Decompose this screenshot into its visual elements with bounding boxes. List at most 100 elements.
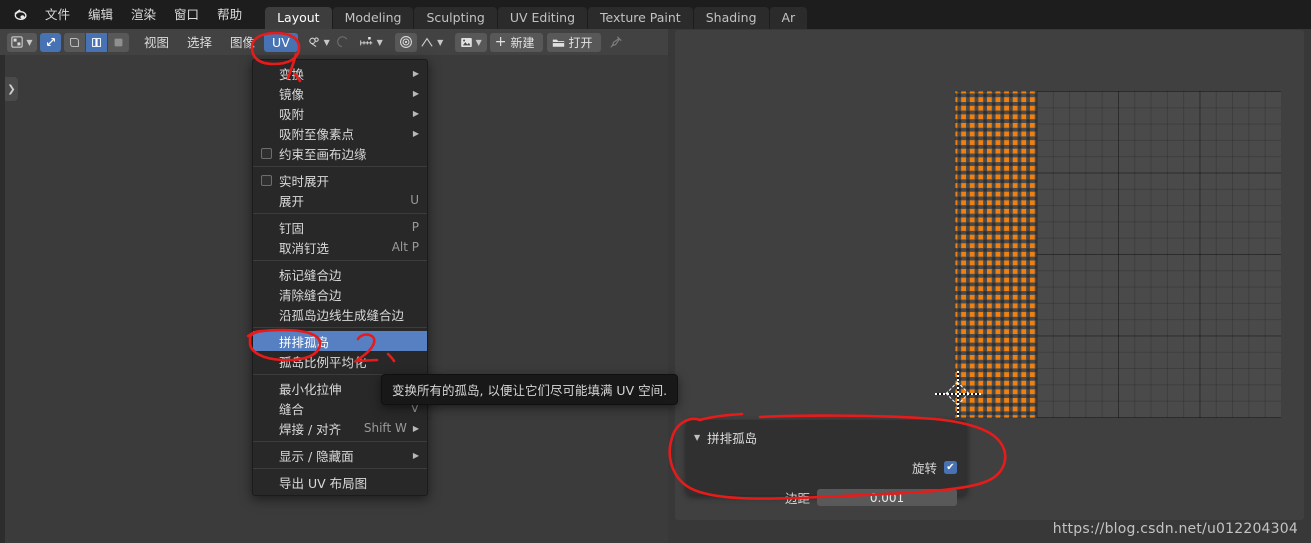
header-menu-image[interactable]: 图像 — [221, 33, 264, 52]
rotate-label: 旋转 — [911, 461, 937, 476]
proportional-editing-icon — [337, 35, 348, 47]
tab-animation[interactable]: Ar — [769, 7, 808, 29]
menu-item-live-unwrap[interactable]: 实时展开 — [253, 170, 427, 190]
menu-item-label: 取消钉选 — [279, 240, 330, 256]
tab-shading[interactable]: Shading — [693, 7, 769, 29]
new-image-button[interactable]: + 新建 — [489, 32, 543, 52]
rotate-checkbox[interactable]: ✔ — [944, 461, 957, 474]
menu-item-snap[interactable]: 吸附 ▶ — [253, 103, 427, 123]
menu-window[interactable]: 窗口 — [165, 0, 208, 29]
operator-margin-row: 边距 0.001 — [694, 488, 957, 507]
menu-icon-slot — [261, 174, 279, 186]
tab-uv-editing[interactable]: UV Editing — [497, 7, 588, 29]
header-menu-select[interactable]: 选择 — [178, 33, 221, 52]
menu-item-transform[interactable]: 变换 ▶ — [253, 63, 427, 83]
uv-grid-canvas[interactable] — [955, 91, 1281, 418]
tab-texture-paint[interactable]: Texture Paint — [588, 7, 693, 29]
uv-sync-selection-button[interactable] — [40, 32, 61, 52]
operator-redo-panel[interactable]: ▼ 拼排孤岛 旋转 ✔ 边距 0.001 — [686, 420, 967, 506]
uv-vertex-select-button[interactable] — [64, 32, 86, 52]
menu-item-label: 实时展开 — [279, 173, 330, 189]
proportional-editing-button[interactable] — [333, 33, 355, 52]
header-menu-view[interactable]: 视图 — [135, 33, 178, 52]
2d-cursor-icon[interactable] — [935, 371, 981, 417]
menu-item-show-hide-faces[interactable]: 显示 / 隐藏面 ▶ — [253, 445, 427, 465]
snap-magnet-button[interactable]: ▼ — [306, 33, 332, 52]
checkbox-icon[interactable] — [261, 174, 272, 186]
uv-sticky-mode-icon — [359, 37, 373, 46]
menu-separator — [253, 260, 427, 261]
tab-layout[interactable]: Layout — [265, 7, 332, 29]
menu-item-unwrap[interactable]: 展开 U — [253, 190, 427, 210]
editor-type-button[interactable]: ▼ — [7, 32, 37, 52]
blender-logo-icon[interactable] — [6, 0, 36, 29]
submenu-arrow-icon: ▶ — [412, 68, 419, 78]
top-menu-bar: 文件 编辑 渲染 窗口 帮助 Layout Modeling Sculpting… — [0, 0, 1311, 29]
menu-separator — [253, 166, 427, 167]
triangle-down-icon[interactable]: ▼ — [694, 433, 700, 442]
menu-item-unpin[interactable]: 取消钉选 Alt P — [253, 237, 427, 257]
sidebar-toggle-button[interactable]: ❯ — [5, 77, 18, 101]
menu-item-pack-islands[interactable]: 拼排孤岛 — [253, 331, 427, 351]
tab-sculpting[interactable]: Sculpting — [414, 7, 497, 29]
menu-item-label: 显示 / 隐藏面 — [279, 448, 354, 464]
image-browse-button[interactable]: ▼ — [454, 32, 487, 52]
menu-separator — [253, 441, 427, 442]
uv-edge-select-button[interactable] — [86, 32, 108, 52]
menu-item-label: 拼排孤岛 — [279, 334, 330, 350]
snap-magnet-icon — [308, 36, 319, 47]
uv-view-region[interactable]: ▼ 拼排孤岛 旋转 ✔ 边距 0.001 — [675, 30, 1304, 520]
menu-separator — [253, 327, 427, 328]
margin-value-field[interactable]: 0.001 — [817, 489, 957, 506]
menu-item-export-uv-layout[interactable]: 导出 UV 布局图 — [253, 472, 427, 492]
uv-sticky-mode-button[interactable]: ▼ — [356, 33, 386, 52]
header-menu-uv[interactable]: UV — [264, 32, 298, 52]
menu-item-label: 镜像 — [279, 86, 305, 102]
chevron-right-icon: ❯ — [7, 83, 16, 95]
watermark-url: https://blog.csdn.net/u012204304 — [1052, 521, 1298, 537]
menu-edit[interactable]: 编辑 — [79, 0, 122, 29]
menu-item-weld-align[interactable]: 焊接 / 对齐 Shift W ▶ — [253, 418, 427, 438]
image-data-icon — [460, 37, 472, 47]
menu-item-mark-seam[interactable]: 标记缝合边 — [253, 264, 427, 284]
uv-edge-select-icon — [92, 37, 101, 47]
menu-item-label: 吸附至像素点 — [279, 126, 355, 142]
pivot-point-button[interactable] — [394, 32, 417, 52]
open-image-label: 打开 — [568, 35, 593, 50]
editor-left-gutter — [0, 55, 5, 543]
menu-item-clear-seam[interactable]: 清除缝合边 — [253, 284, 427, 304]
uv-island-mesh[interactable] — [955, 91, 1037, 418]
proportional-falloff-button[interactable]: ▼ — [418, 33, 446, 52]
checkbox-icon[interactable] — [261, 147, 272, 159]
menu-help[interactable]: 帮助 — [208, 0, 251, 29]
uv-select-mode-group — [64, 32, 129, 52]
menu-render[interactable]: 渲染 — [122, 0, 165, 29]
menu-item-label: 孤岛比例平均化 — [279, 354, 367, 370]
submenu-arrow-icon: ▶ — [412, 88, 419, 98]
menu-item-snap-to-pixels[interactable]: 吸附至像素点 ▶ — [253, 123, 427, 143]
pin-image-button[interactable] — [605, 33, 627, 52]
menu-separator — [253, 468, 427, 469]
uv-editor-type-icon — [11, 36, 24, 48]
operator-panel-header[interactable]: ▼ 拼排孤岛 — [694, 428, 957, 447]
chevron-down-icon: ▼ — [323, 37, 330, 47]
uv-face-select-button[interactable] — [108, 32, 129, 52]
menu-separator — [253, 213, 427, 214]
operator-rotate-row: 旋转 ✔ — [694, 458, 957, 477]
chevron-down-icon: ▼ — [26, 37, 33, 47]
submenu-arrow-icon: ▶ — [412, 108, 419, 118]
menu-item-average-islands-scale[interactable]: 孤岛比例平均化 — [253, 351, 427, 371]
menu-item-seams-from-islands[interactable]: 沿孤岛边线生成缝合边 — [253, 304, 427, 324]
menu-icon-slot — [261, 147, 279, 159]
menu-item-shortcut: Alt P — [391, 240, 419, 254]
tab-modeling[interactable]: Modeling — [332, 7, 414, 29]
margin-label: 边距 — [784, 491, 810, 506]
menu-item-label: 沿孤岛边线生成缝合边 — [279, 307, 405, 323]
menu-item-pin[interactable]: 钉固 P — [253, 217, 427, 237]
menu-item-mirror[interactable]: 镜像 ▶ — [253, 83, 427, 103]
menu-file[interactable]: 文件 — [36, 0, 79, 29]
menu-item-constrain-to-image-bounds[interactable]: 约束至画布边缘 — [253, 143, 427, 163]
open-image-button[interactable]: 打开 — [546, 32, 601, 52]
menu-item-label: 焊接 / 对齐 — [279, 421, 342, 437]
menu-item-label: 约束至画布边缘 — [279, 146, 367, 162]
